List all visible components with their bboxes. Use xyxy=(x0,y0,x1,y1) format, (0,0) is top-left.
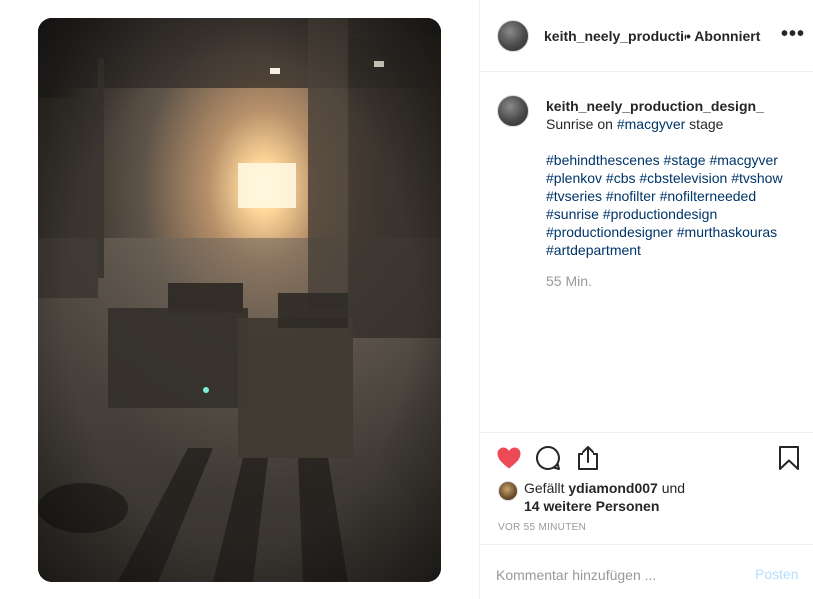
author-avatar[interactable] xyxy=(497,20,529,52)
caption-text: Sunrise on #macgyver stage xyxy=(546,115,801,133)
add-comment-bar: Posten xyxy=(480,544,813,599)
likes-prefix: Gefällt xyxy=(524,480,569,496)
more-options-icon[interactable]: ••• xyxy=(781,24,805,44)
hashtag-line[interactable]: #behindthescenes #stage #macgyver xyxy=(546,151,801,169)
follow-status[interactable]: • Abonniert xyxy=(686,28,760,44)
comment-input[interactable] xyxy=(496,565,726,585)
caption-text-after: stage xyxy=(685,116,724,132)
hashtag-line[interactable]: #productiondesigner #murthaskouras xyxy=(546,223,801,241)
follow-button[interactable]: Abonniert xyxy=(694,28,760,44)
likes-others[interactable]: 14 weitere Personen xyxy=(524,497,659,515)
post-media xyxy=(0,0,479,599)
hashtag-line[interactable]: #plenkov #cbs #cbstelevision #tvshow xyxy=(546,169,801,187)
caption-text-before: Sunrise on xyxy=(546,116,617,132)
comment-button[interactable] xyxy=(534,444,562,472)
action-bar: Gefällt ydiamond007 und 14 weitere Perso… xyxy=(480,432,813,544)
caption: keith_neely_production_design_ Sunrise o… xyxy=(546,97,801,259)
share-icon xyxy=(578,446,598,470)
bookmark-icon xyxy=(779,446,799,470)
likes-line-1: Gefällt ydiamond007 und xyxy=(524,479,685,497)
post-photo[interactable] xyxy=(38,18,441,582)
post-side-panel: keith_neely_production_design_ • Abonnie… xyxy=(479,0,813,599)
caption-username[interactable]: keith_neely_production_design_ xyxy=(546,97,801,115)
heart-filled-icon xyxy=(497,447,521,469)
comments-section: keith_neely_production_design_ Sunrise o… xyxy=(480,72,813,432)
stage-sunrise-image xyxy=(38,18,441,582)
hashtag-line[interactable]: #sunrise #productiondesign xyxy=(546,205,801,223)
caption-author-avatar[interactable] xyxy=(497,95,529,127)
liker-username[interactable]: ydiamond007 xyxy=(568,480,657,496)
caption-time[interactable]: 55 Min. xyxy=(546,273,592,289)
post-comment-button[interactable]: Posten xyxy=(755,566,799,582)
comment-bubble-icon xyxy=(536,445,560,470)
author-username[interactable]: keith_neely_production_design_ xyxy=(544,28,686,44)
likes-suffix: und xyxy=(657,480,686,496)
share-button[interactable] xyxy=(574,444,602,472)
like-button[interactable] xyxy=(495,444,523,472)
post-timestamp[interactable]: VOR 55 MINUTEN xyxy=(498,522,586,533)
instagram-post: keith_neely_production_design_ • Abonnie… xyxy=(0,0,813,599)
hashtag-line[interactable]: #tvseries #nofilter #nofilterneeded xyxy=(546,187,801,205)
post-header: keith_neely_production_design_ • Abonnie… xyxy=(480,0,813,72)
hashtag-line[interactable]: #artdepartment xyxy=(546,241,801,259)
liker-avatar[interactable] xyxy=(498,481,518,501)
save-button[interactable] xyxy=(775,444,803,472)
caption-hashtag[interactable]: #macgyver xyxy=(617,116,685,132)
hashtag-block: #behindthescenes #stage #macgyver #plenk… xyxy=(546,151,801,259)
separator-dot: • xyxy=(686,28,691,44)
